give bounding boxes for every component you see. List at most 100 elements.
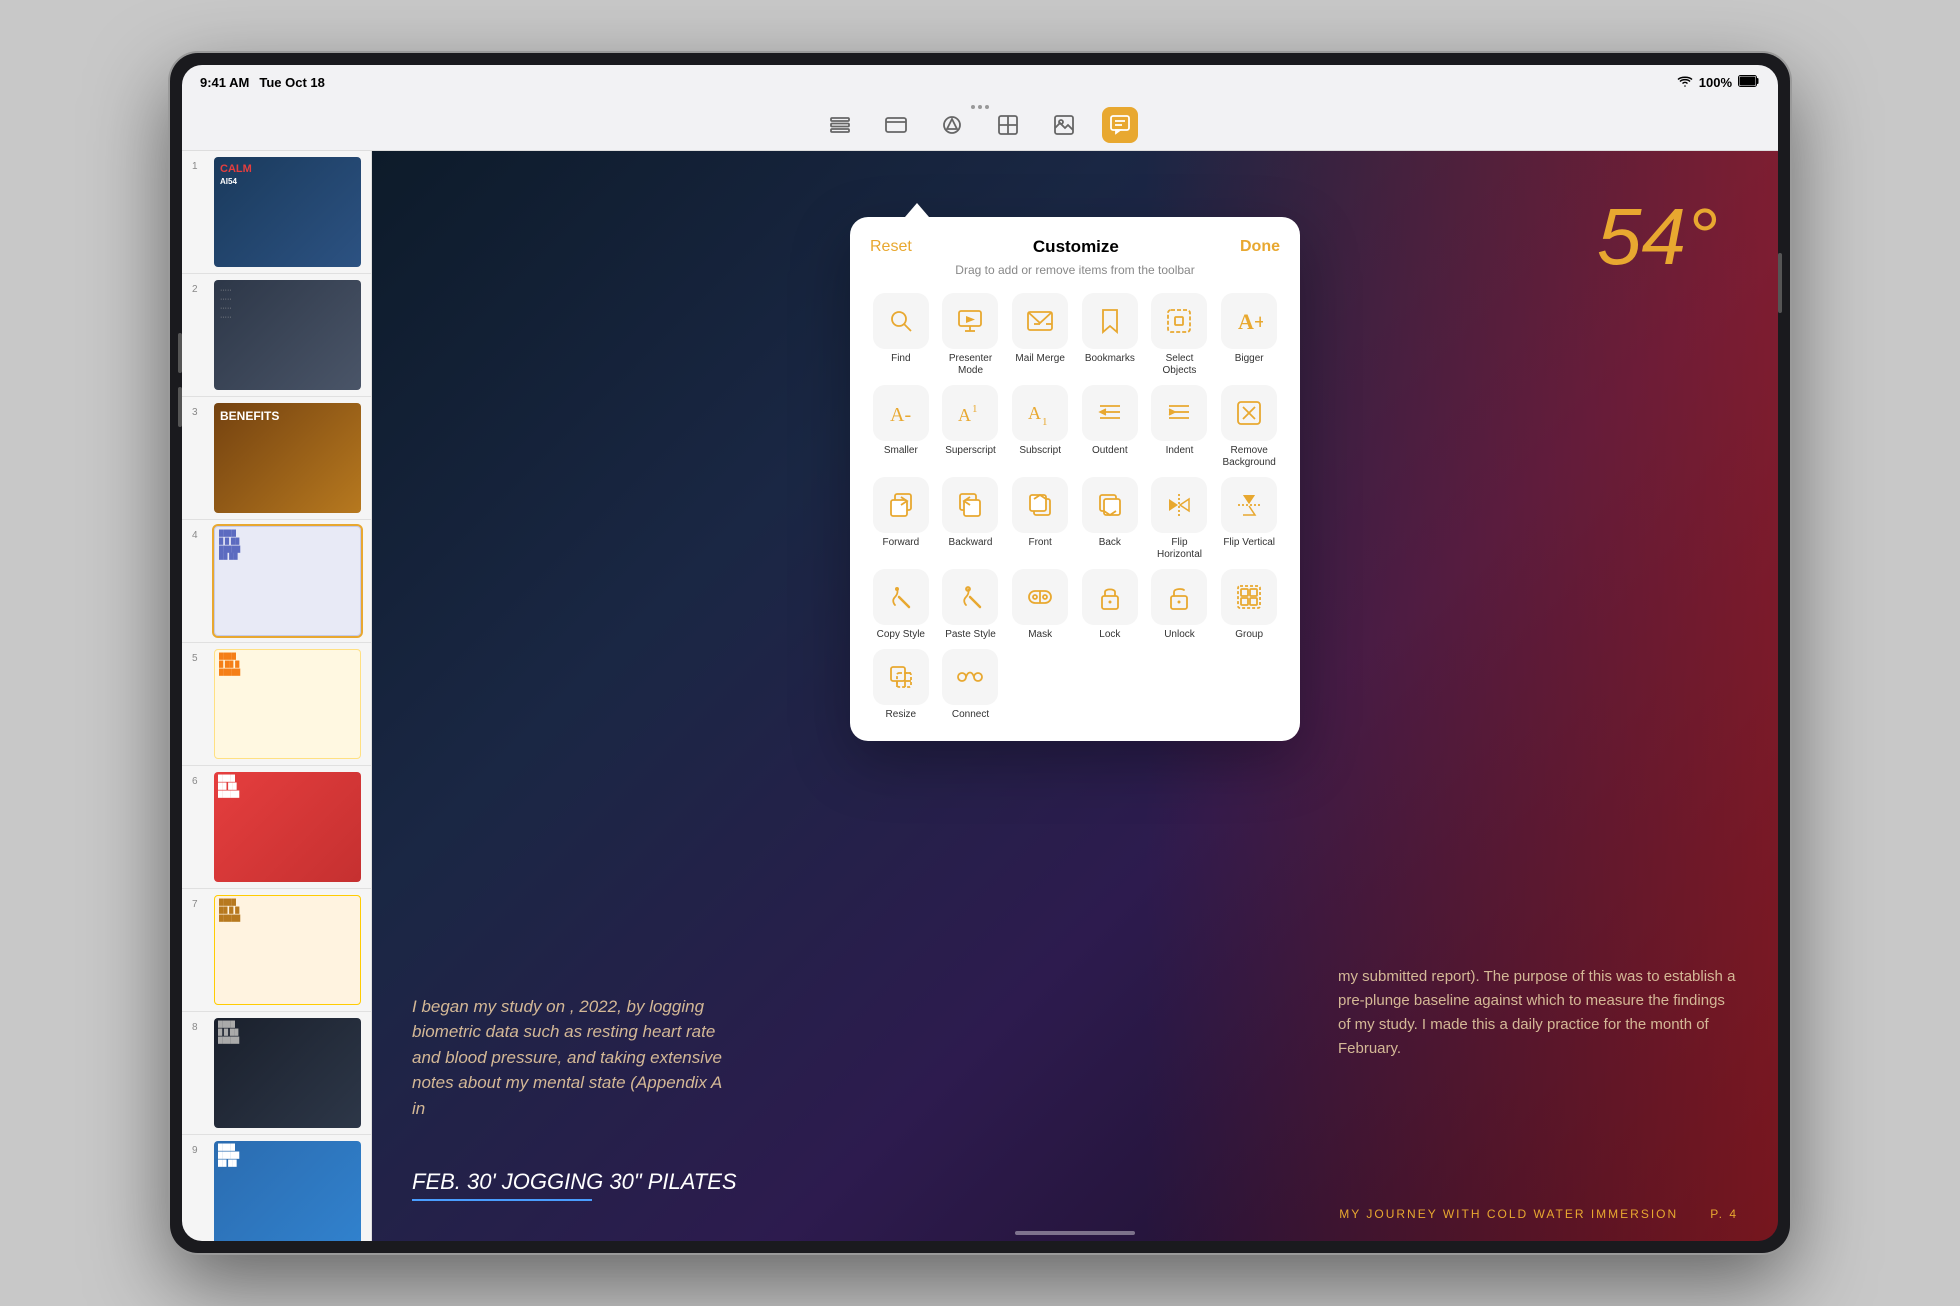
sidebar-page-8[interactable]: 8 █████ █ ███████ [182,1012,371,1135]
resize-label: Resize [886,709,917,721]
remove-background-icon-box [1221,385,1277,441]
grid-item-forward[interactable]: Forward [870,477,932,561]
grid-item-flip-horizontal[interactable]: Flip Horizontal [1149,477,1211,561]
find-icon-box [873,293,929,349]
unlock-label: Unlock [1164,629,1195,641]
bookmarks-label: Bookmarks [1085,353,1135,365]
sidebar-page-7[interactable]: 7 ██████ █ ██████ [182,889,371,1012]
grid-item-remove-background[interactable]: Remove Background [1218,385,1280,469]
grid-item-front[interactable]: Front [1009,477,1071,561]
grid-item-smaller[interactable]: A- Smaller [870,385,932,469]
grid-item-subscript[interactable]: A 1 Subscript [1009,385,1071,469]
customize-modal: Reset Customize Done Drag to add or remo… [850,217,1300,741]
volume-up-button[interactable] [178,333,182,373]
svg-text:1: 1 [1042,416,1048,427]
grid-item-lock[interactable]: Lock [1079,569,1141,641]
toolbar-menu-icon[interactable] [822,107,858,143]
flip-horizontal-icon-box [1151,477,1207,533]
ipad-device: 9:41 AM Tue Oct 18 100% [170,53,1790,1253]
ipad-screen: 9:41 AM Tue Oct 18 100% [182,65,1778,1241]
page-num-4: 4 [192,530,206,541]
page-thumb-9: ███████████ ██ [214,1141,361,1241]
page-num-8: 8 [192,1022,206,1033]
page-num-7: 7 [192,899,206,910]
presenter-mode-icon-box [942,293,998,349]
svg-text:A: A [1028,403,1041,423]
sidebar-page-2[interactable]: 2 ···················· [182,274,371,397]
superscript-icon-box: A 1 [942,385,998,441]
svg-text:A: A [958,405,971,425]
doc-footer-text: MY JOURNEY WITH COLD WATER IMMERSION P. … [1339,1207,1738,1221]
grid-item-mask[interactable]: Mask [1009,569,1071,641]
toolbar-dots [971,105,989,109]
toolbar-table-icon[interactable] [990,107,1026,143]
grid-item-flip-vertical[interactable]: Flip Vertical [1218,477,1280,561]
toolbar-image-icon[interactable] [1046,107,1082,143]
doc-body-right: my submitted report). The purpose of thi… [1338,965,1738,1061]
select-objects-label: Select Objects [1149,353,1211,377]
grid-item-indent[interactable]: Indent [1149,385,1211,469]
grid-item-unlock[interactable]: Unlock [1149,569,1211,641]
battery-icon [1738,75,1760,90]
grid-item-find[interactable]: Find [870,293,932,377]
grid-item-group[interactable]: Group [1218,569,1280,641]
page-num-5: 5 [192,653,206,664]
outdent-label: Outdent [1092,445,1128,457]
page-thumb-3: BENEFITS [214,403,361,513]
toolbar-card-icon[interactable] [878,107,914,143]
power-button[interactable] [1778,253,1782,313]
find-label: Find [891,353,910,365]
sidebar-page-9[interactable]: 9 ███████████ ██ [182,1135,371,1241]
volume-down-button[interactable] [178,387,182,427]
sidebar-page-1[interactable]: 1 CALMAI54 [182,151,371,274]
indent-label: Indent [1166,445,1194,457]
forward-icon-box [873,477,929,533]
toolbar-shape-icon[interactable] [934,107,970,143]
sidebar-page-3[interactable]: 3 BENEFITS [182,397,371,520]
presenter-mode-label: Presenter Mode [940,353,1002,377]
sidebar-page-5[interactable]: 5 █████ ██ ██████ [182,643,371,766]
unlock-icon-box [1151,569,1207,625]
subscript-label: Subscript [1019,445,1061,457]
grid-item-outdent[interactable]: Outdent [1079,385,1141,469]
sidebar-page-4[interactable]: 4 █████ █ █████████ ██ [182,520,371,643]
done-button[interactable]: Done [1240,238,1280,256]
grid-item-bigger[interactable]: A+ Bigger [1218,293,1280,377]
indent-icon-box [1151,385,1207,441]
superscript-label: Superscript [945,445,996,457]
page-thumb-8: █████ █ ███████ [214,1018,361,1128]
sidebar: 1 CALMAI54 2 ···················· 3 [182,151,372,1241]
temperature-display: 54° [1597,191,1718,283]
grid-item-presenter-mode[interactable]: Presenter Mode [940,293,1002,377]
battery-display: 100% [1699,75,1732,90]
doc-handwriting: FEB. 30' JOGGING 30" PILATES [412,1169,737,1201]
grid-item-superscript[interactable]: A 1 Superscript [940,385,1002,469]
grid-item-bookmarks[interactable]: Bookmarks [1079,293,1141,377]
reset-button[interactable]: Reset [870,238,912,256]
modal-header: Reset Customize Done [870,237,1280,257]
smaller-label: Smaller [884,445,918,457]
flip-vertical-label: Flip Vertical [1223,537,1275,549]
toolbar-comment-icon[interactable] [1102,107,1138,143]
sidebar-page-6[interactable]: 6 ██████ ███████ [182,766,371,889]
grid-item-connect[interactable]: Connect [940,649,1002,721]
grid-item-copy-style[interactable]: Copy Style [870,569,932,641]
wifi-icon [1677,75,1693,90]
grid-item-mail-merge[interactable]: Mail Merge [1009,293,1071,377]
page-num-6: 6 [192,776,206,787]
grid-item-back[interactable]: Back [1079,477,1141,561]
lock-icon-box [1082,569,1138,625]
mask-label: Mask [1028,629,1052,641]
page-thumb-4: █████ █ █████████ ██ [214,526,361,636]
svg-text:A+: A+ [1238,309,1263,334]
page-num-9: 9 [192,1145,206,1156]
status-bar-left: 9:41 AM Tue Oct 18 [200,75,325,90]
modal-subtitle: Drag to add or remove items from the too… [870,263,1280,277]
page-num-2: 2 [192,284,206,295]
grid-item-select-objects[interactable]: Select Objects [1149,293,1211,377]
grid-item-paste-style[interactable]: Paste Style [940,569,1002,641]
connect-label: Connect [952,709,989,721]
grid-item-backward[interactable]: Backward [940,477,1002,561]
grid-item-resize[interactable]: Resize [870,649,932,721]
modal-title: Customize [1033,237,1119,257]
